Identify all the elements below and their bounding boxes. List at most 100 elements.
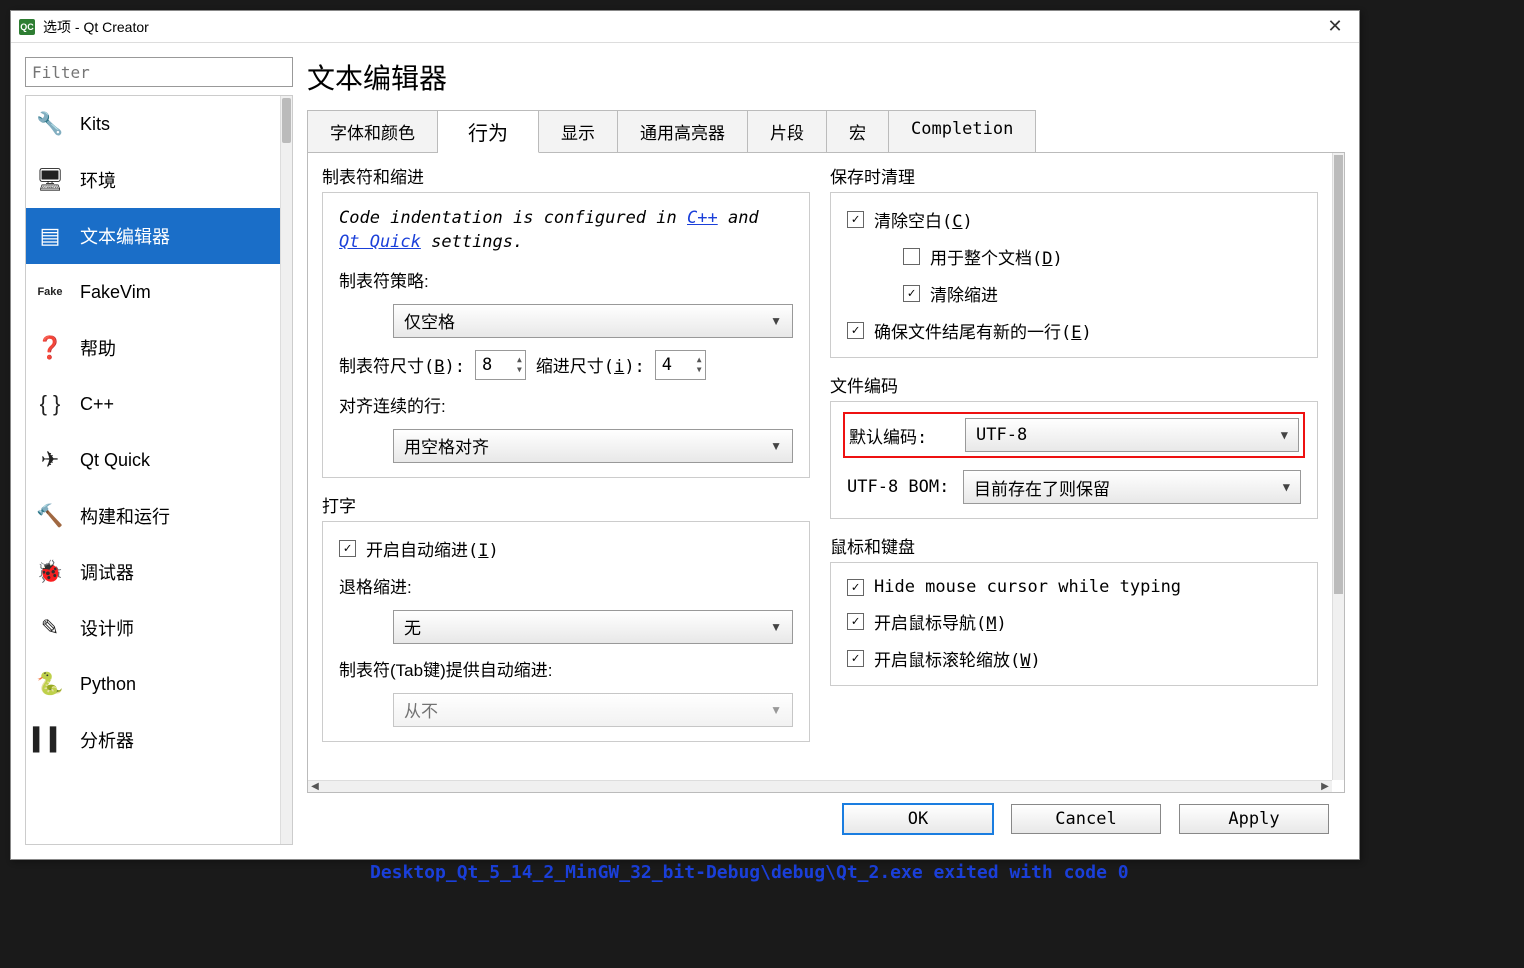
category-label: Python: [80, 674, 136, 695]
chevron-down-icon: ▼: [1283, 480, 1290, 494]
clear-indent-checkbox[interactable]: 清除缩进: [903, 281, 1301, 306]
tab-policy-label: 制表符策略:: [339, 267, 793, 292]
bom-combo[interactable]: 目前存在了则保留▼: [963, 470, 1301, 504]
category-help[interactable]: ❓帮助: [26, 320, 280, 376]
group-title: 制表符和缩进: [322, 163, 810, 188]
category-label: 文本编辑器: [80, 223, 170, 249]
pane-vscrollbar[interactable]: [1332, 153, 1344, 780]
category-editor[interactable]: ▤ 文本编辑器: [26, 208, 280, 264]
tab-policy-combo[interactable]: 仅空格▼: [393, 304, 793, 338]
dialog-buttons: OK Cancel Apply: [307, 793, 1345, 845]
category-label: 分析器: [80, 727, 134, 753]
group-tabs-indent: 制表符和缩进 Code indentation is configured in…: [322, 163, 810, 478]
python-icon: 🐍: [36, 670, 64, 698]
category-qtquick[interactable]: ✈ Qt Quick: [26, 432, 280, 488]
auto-indent-checkbox[interactable]: 开启自动缩进(I): [339, 536, 793, 561]
category-kits[interactable]: 🔧Kits: [26, 96, 280, 152]
group-title: 鼠标和键盘: [830, 533, 1318, 558]
bom-label: UTF-8 BOM:: [847, 477, 953, 497]
category-scrollbar[interactable]: [280, 96, 292, 844]
clear-whitespace-checkbox[interactable]: 清除空白(C): [847, 207, 1301, 232]
chevron-down-icon: ▼: [770, 439, 782, 453]
tab-display[interactable]: 显示: [539, 110, 618, 153]
category-python[interactable]: 🐍 Python: [26, 656, 280, 712]
plane-icon: ✈: [36, 446, 64, 474]
category-designer[interactable]: ✎ 设计师: [26, 600, 280, 656]
mouse-nav-checkbox[interactable]: 开启鼠标导航(M): [847, 609, 1301, 634]
page-heading: 文本编辑器: [307, 57, 1345, 97]
tab-highlighter[interactable]: 通用高亮器: [618, 110, 748, 153]
category-env[interactable]: 🖥 环境: [26, 152, 280, 208]
backspace-label: 退格缩进:: [339, 573, 793, 598]
apply-button[interactable]: Apply: [1179, 804, 1329, 834]
title-bar: QC 选项 - Qt Creator ✕: [11, 11, 1359, 43]
default-encoding-combo[interactable]: UTF-8▼: [965, 418, 1299, 452]
options-dialog: QC 选项 - Qt Creator ✕ 🔧Kits 🖥 环境 ▤ 文本编辑器 Fa…: [10, 10, 1360, 860]
kits-icon: 🔧: [36, 110, 64, 138]
cancel-button[interactable]: Cancel: [1011, 804, 1161, 834]
tab-pane: 制表符和缩进 Code indentation is configured in…: [307, 152, 1345, 793]
category-label: C++: [80, 394, 114, 415]
indent-size-label: 缩进尺寸(i):: [536, 352, 645, 377]
category-label: 环境: [80, 167, 116, 193]
category-fakevim[interactable]: Fake FakeVim: [26, 264, 280, 320]
col-right: 保存时清理 清除空白(C) 用于整个文档(D) 清除缩进 确保文件结尾有新的一行…: [830, 163, 1318, 770]
col-left: 制表符和缩进 Code indentation is configured in…: [322, 163, 810, 770]
bug-icon: 🐞: [36, 558, 64, 586]
category-debug[interactable]: 🐞 调试器: [26, 544, 280, 600]
hide-cursor-checkbox[interactable]: Hide mouse cursor while typing: [847, 577, 1301, 597]
left-panel: 🔧Kits 🖥环境 ▤文本编辑器 FakeFakeVim ❓帮助 { }C++ …: [25, 57, 293, 845]
group-cleanup: 保存时清理 清除空白(C) 用于整个文档(D) 清除缩进 确保文件结尾有新的一行…: [830, 163, 1318, 358]
tabkey-combo[interactable]: 从不▼: [393, 693, 793, 727]
group-encoding: 文件编码 默认编码: UTF-8▼ UTF-8 BOM:: [830, 372, 1318, 519]
category-cpp[interactable]: { } C++: [26, 376, 280, 432]
backspace-combo[interactable]: 无▼: [393, 610, 793, 644]
tab-size-spin[interactable]: ▲▼: [475, 350, 526, 380]
link-qtquick[interactable]: Qt Quick: [339, 232, 421, 252]
group-title: 保存时清理: [830, 163, 1318, 188]
category-build[interactable]: 🔨构建和运行: [26, 488, 280, 544]
hammer-icon: 🔨: [36, 502, 64, 530]
indent-size-spin[interactable]: ▲▼: [655, 350, 706, 380]
pane-hscrollbar[interactable]: ◀▶: [308, 780, 1332, 792]
category-list: 🔧Kits 🖥环境 ▤文本编辑器 FakeFakeVim ❓帮助 { }C++ …: [25, 95, 293, 845]
close-icon[interactable]: ✕: [1319, 16, 1351, 37]
tab-fonts[interactable]: 字体和颜色: [307, 110, 438, 153]
category-analyzer[interactable]: ▍▍ 分析器: [26, 712, 280, 768]
fake-icon: Fake: [36, 278, 64, 306]
group-title: 文件编码: [830, 372, 1318, 397]
monitor-icon: 🖥: [36, 166, 64, 194]
chevron-down-icon: ▼: [770, 703, 782, 717]
category-label: Qt Quick: [80, 450, 150, 471]
category-label: 设计师: [80, 615, 134, 641]
tabkey-label: 制表符(Tab键)提供自动缩进:: [339, 656, 793, 681]
filter-input[interactable]: [25, 57, 293, 87]
tab-macros[interactable]: 宏: [827, 110, 889, 153]
chevron-down-icon: ▼: [770, 314, 782, 328]
ok-button[interactable]: OK: [843, 804, 993, 834]
code-icon: { }: [36, 390, 64, 418]
category-label: 帮助: [80, 335, 116, 361]
category-label: FakeVim: [80, 282, 151, 303]
tab-snippets[interactable]: 片段: [748, 110, 827, 153]
group-title: 打字: [322, 492, 810, 517]
whole-doc-checkbox[interactable]: 用于整个文档(D): [903, 244, 1301, 269]
background-console-text: Desktop_Qt_5_14_2_MinGW_32_bit-Debug\deb…: [370, 862, 1129, 883]
lines-icon: ▤: [36, 222, 64, 250]
scroll-right-icon[interactable]: ▶: [1318, 781, 1332, 792]
category-label: 调试器: [80, 559, 134, 585]
link-cpp[interactable]: C++: [687, 208, 718, 228]
right-panel: 文本编辑器 字体和颜色 行为 显示 通用高亮器 片段 宏 Completion …: [307, 57, 1345, 845]
bars-icon: ▍▍: [36, 726, 64, 754]
wheel-zoom-checkbox[interactable]: 开启鼠标滚轮缩放(W): [847, 646, 1301, 671]
group-typing: 打字 开启自动缩进(I) 退格缩进: 无▼ 制表符(Tab键)提供自动缩进: 从…: [322, 492, 810, 742]
group-mouse: 鼠标和键盘 Hide mouse cursor while typing 开启鼠…: [830, 533, 1318, 686]
ensure-newline-checkbox[interactable]: 确保文件结尾有新的一行(E): [847, 318, 1301, 343]
tab-behavior[interactable]: 行为: [438, 110, 539, 153]
align-combo[interactable]: 用空格对齐▼: [393, 429, 793, 463]
pencil-icon: ✎: [36, 614, 64, 642]
tab-completion[interactable]: Completion: [889, 110, 1036, 153]
scroll-left-icon[interactable]: ◀: [308, 781, 322, 792]
indent-info: Code indentation is configured in C++ an…: [339, 207, 793, 255]
chevron-down-icon: ▼: [1281, 428, 1288, 442]
